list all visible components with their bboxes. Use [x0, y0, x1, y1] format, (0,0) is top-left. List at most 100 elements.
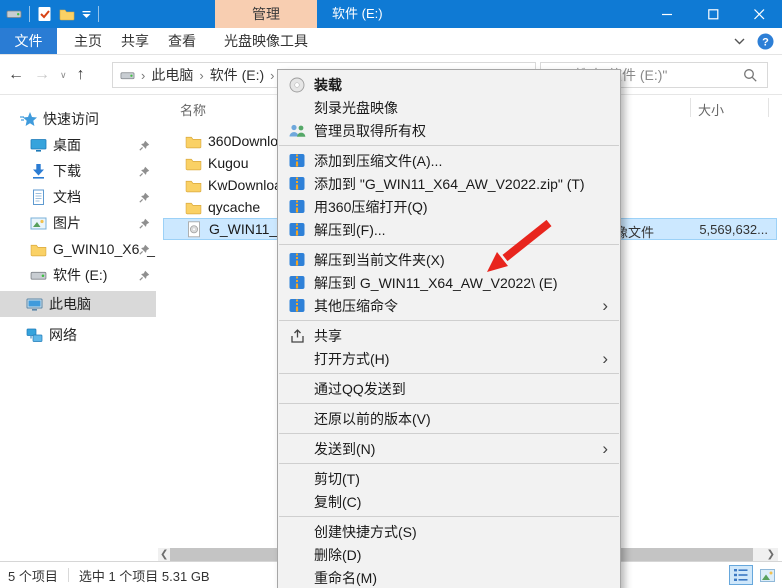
- tab-view[interactable]: 查看: [158, 28, 206, 54]
- menu-item-add-to-archive[interactable]: 添加到压缩文件(A)...: [278, 149, 620, 172]
- back-button[interactable]: ←: [8, 67, 24, 83]
- column-header-name[interactable]: 名称: [180, 100, 206, 119]
- folder-icon: [185, 134, 202, 149]
- sidebar-item-drive-e[interactable]: 软件 (E:): [0, 262, 156, 288]
- menu-item-open-with[interactable]: 打开方式(H) ›: [278, 347, 620, 370]
- sidebar-label: 软件 (E:): [53, 265, 107, 285]
- navigation-pane: 快速访问 桌面 下载 文档 图片: [0, 95, 156, 547]
- zip-360-icon: [288, 298, 306, 313]
- menu-item-cut[interactable]: 剪切(T): [278, 467, 620, 490]
- menu-item-extract-here[interactable]: 解压到当前文件夹(X): [278, 248, 620, 271]
- thumbnail-view-button[interactable]: [755, 565, 779, 585]
- menu-item-rename[interactable]: 重命名(M): [278, 566, 620, 588]
- drive-icon: [120, 68, 135, 83]
- submenu-chevron-icon: ›: [602, 350, 608, 367]
- sidebar-item-desktop[interactable]: 桌面: [0, 132, 156, 158]
- menu-item-burn-disc-image[interactable]: 刻录光盘映像: [278, 96, 620, 119]
- context-menu: 装载 刻录光盘映像 管理员取得所有权 添加到压缩文件(A)... 添加到 "G_…: [277, 69, 621, 588]
- menu-item-extract-to[interactable]: 解压到(F)...: [278, 218, 620, 241]
- sidebar-item-downloads[interactable]: 下载: [0, 158, 156, 184]
- folder-icon: [30, 242, 47, 257]
- menu-separator: [279, 244, 619, 245]
- breadcrumb-drive[interactable]: 软件 (E:): [210, 65, 264, 85]
- sidebar-item-this-pc[interactable]: 此电脑: [0, 291, 156, 317]
- sidebar-item-quick-access[interactable]: 快速访问: [0, 106, 156, 132]
- title-bar: 管理 软件 (E:): [0, 0, 782, 28]
- breadcrumb-chevron: ›: [141, 68, 145, 83]
- sidebar-item-network[interactable]: 网络: [0, 322, 156, 348]
- menu-item-delete[interactable]: 删除(D): [278, 543, 620, 566]
- menu-item-share[interactable]: 共享: [278, 324, 620, 347]
- forward-button[interactable]: →: [34, 67, 50, 83]
- menu-item-create-shortcut[interactable]: 创建快捷方式(S): [278, 520, 620, 543]
- menu-item-open-with-360zip[interactable]: 用360压缩打开(Q): [278, 195, 620, 218]
- menu-item-send-to[interactable]: 发送到(N) ›: [278, 437, 620, 460]
- sidebar-label: 快速访问: [43, 109, 99, 129]
- new-folder-icon[interactable]: [59, 7, 75, 21]
- menu-item-mount[interactable]: 装载: [278, 73, 620, 96]
- pin-icon: [139, 140, 150, 151]
- folder-icon: [185, 156, 202, 171]
- menu-item-restore-previous-versions[interactable]: 还原以前的版本(V): [278, 407, 620, 430]
- properties-icon[interactable]: [37, 6, 52, 22]
- menu-item-send-via-qq[interactable]: 通过QQ发送到: [278, 377, 620, 400]
- zip-360-icon: [288, 252, 306, 267]
- tab-disc-image-tools[interactable]: 光盘映像工具: [215, 28, 317, 54]
- up-button[interactable]: ↑: [77, 67, 85, 83]
- breadcrumb-chevron: ›: [199, 68, 203, 83]
- maximize-icon: [708, 9, 719, 20]
- disc-image-file-icon: [186, 221, 203, 238]
- details-view-button[interactable]: [729, 565, 753, 585]
- file-size: 5,569,632...: [699, 222, 768, 237]
- minimize-button[interactable]: [644, 0, 690, 28]
- scroll-right-icon[interactable]: ❯: [767, 549, 775, 560]
- file-name: Kugou: [208, 155, 248, 171]
- scroll-left-icon[interactable]: ❮: [160, 549, 168, 560]
- minimize-icon: [662, 9, 673, 20]
- tab-file[interactable]: 文件: [0, 28, 57, 54]
- column-header-size[interactable]: 大小: [698, 100, 724, 119]
- menu-item-copy[interactable]: 复制(C): [278, 490, 620, 513]
- desktop-icon: [30, 137, 47, 154]
- sidebar-item-pictures[interactable]: 图片: [0, 210, 156, 236]
- breadcrumb-this-pc[interactable]: 此电脑: [151, 65, 193, 85]
- menu-separator: [279, 373, 619, 374]
- menu-item-extract-to-named-folder[interactable]: 解压到 G_WIN11_X64_AW_V2022\ (E): [278, 271, 620, 294]
- tab-home[interactable]: 主页: [64, 28, 112, 54]
- documents-icon: [30, 189, 47, 206]
- zip-360-icon: [288, 176, 306, 191]
- pin-icon: [139, 218, 150, 229]
- help-icon[interactable]: ?: [757, 33, 774, 50]
- collapse-ribbon-icon[interactable]: [734, 38, 745, 45]
- menu-separator: [279, 463, 619, 464]
- zip-360-icon: [288, 153, 306, 168]
- breadcrumb-chevron: ›: [270, 68, 274, 83]
- menu-separator: [279, 516, 619, 517]
- customize-toolbar-icon[interactable]: [82, 10, 91, 19]
- zip-360-icon: [288, 199, 306, 214]
- column-divider[interactable]: [690, 98, 691, 117]
- share-icon: [288, 328, 306, 344]
- menu-item-other-compression-commands[interactable]: 其他压缩命令 ›: [278, 294, 620, 317]
- menu-separator: [279, 320, 619, 321]
- sidebar-item-folder-gwin10[interactable]: G_WIN10_X64_: [0, 236, 156, 262]
- pin-icon: [139, 166, 150, 177]
- quick-access-icon: [20, 111, 37, 128]
- sidebar-item-documents[interactable]: 文档: [0, 184, 156, 210]
- contextual-tab-manage[interactable]: 管理: [215, 0, 317, 28]
- thumbnail-view-icon: [760, 569, 775, 582]
- pin-icon: [139, 192, 150, 203]
- recent-locations-icon[interactable]: ∨: [60, 71, 67, 80]
- menu-item-add-to-named-zip[interactable]: 添加到 "G_WIN11_X64_AW_V2022.zip" (T): [278, 172, 620, 195]
- quick-access-toolbar: [6, 0, 99, 28]
- tab-share[interactable]: 共享: [112, 28, 158, 54]
- column-divider[interactable]: [768, 98, 769, 117]
- search-icon[interactable]: [743, 68, 758, 83]
- maximize-button[interactable]: [690, 0, 736, 28]
- pin-icon: [139, 270, 150, 281]
- menu-item-admin-take-ownership[interactable]: 管理员取得所有权: [278, 119, 620, 142]
- disc-icon: [288, 77, 306, 93]
- contextual-tab-label: 管理: [252, 4, 280, 24]
- close-button[interactable]: [736, 0, 782, 28]
- sidebar-label: 文档: [53, 187, 81, 207]
